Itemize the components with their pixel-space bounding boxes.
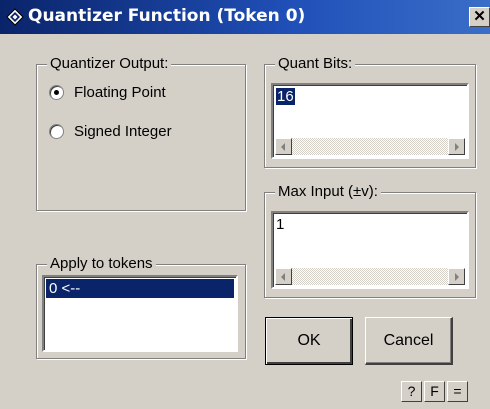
scroll-left-icon[interactable] xyxy=(275,268,292,285)
window-title: Quantizer Function (Token 0) xyxy=(28,6,306,26)
help-button[interactable]: ? xyxy=(401,381,422,402)
floating-point-radio[interactable] xyxy=(49,85,64,100)
apply-to-tokens-group: Apply to tokens 0 <-- xyxy=(36,255,246,359)
close-icon: ✕ xyxy=(473,8,486,25)
quant-bits-legend: Quant Bits: xyxy=(275,55,356,72)
max-input-legend: Max Input (±v): xyxy=(275,183,381,200)
close-button[interactable]: ✕ xyxy=(469,7,490,27)
ok-button[interactable]: OK xyxy=(265,317,353,365)
floating-point-label: Floating Point xyxy=(74,84,166,101)
scroll-left-icon[interactable] xyxy=(275,138,292,155)
ok-label: OK xyxy=(297,332,321,349)
floating-point-option[interactable]: Floating Point xyxy=(49,84,166,101)
quant-bits-field[interactable]: 16 xyxy=(271,83,469,159)
scroll-right-icon[interactable] xyxy=(448,268,465,285)
f-button[interactable]: F xyxy=(424,381,445,402)
signed-integer-label: Signed Integer xyxy=(74,123,172,140)
equals-button[interactable]: = xyxy=(447,381,468,402)
scroll-right-icon[interactable] xyxy=(448,138,465,155)
quant-bits-group: Quant Bits: 16 xyxy=(264,55,476,168)
f-label: F xyxy=(430,383,439,399)
diamond-app-icon xyxy=(6,8,24,26)
quant-bits-scrollbar[interactable] xyxy=(275,138,465,155)
apply-to-tokens-legend: Apply to tokens xyxy=(47,255,156,272)
max-input-group: Max Input (±v): 1 xyxy=(264,183,476,298)
signed-integer-option[interactable]: Signed Integer xyxy=(49,123,172,140)
quantizer-output-group: Quantizer Output: Floating Point Signed … xyxy=(36,55,246,211)
quant-bits-value[interactable]: 16 xyxy=(276,88,295,105)
max-input-value[interactable]: 1 xyxy=(276,216,284,233)
max-input-scrollbar[interactable] xyxy=(275,268,465,285)
quantizer-output-legend: Quantizer Output: xyxy=(47,55,172,72)
tokens-listbox[interactable]: 0 <-- xyxy=(42,275,238,352)
signed-integer-radio[interactable] xyxy=(49,124,64,139)
cancel-label: Cancel xyxy=(383,332,434,349)
title-bar[interactable]: Quantizer Function (Token 0) ✕ xyxy=(0,0,490,34)
max-input-field[interactable]: 1 xyxy=(271,211,469,289)
equals-label: = xyxy=(453,383,462,399)
cancel-button[interactable]: Cancel xyxy=(365,317,453,365)
help-icon: ? xyxy=(407,383,416,399)
token-list-item[interactable]: 0 <-- xyxy=(46,279,234,298)
